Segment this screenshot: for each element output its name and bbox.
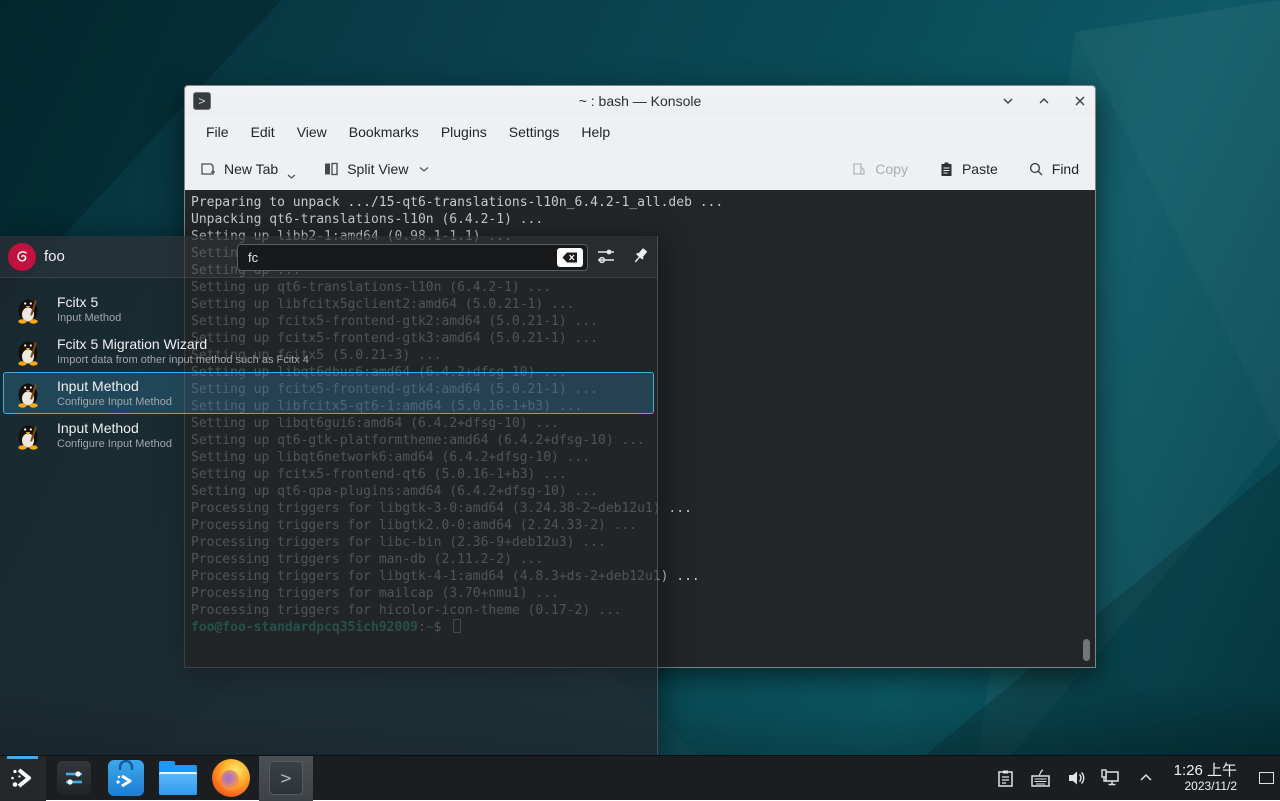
application-launcher-button[interactable] bbox=[0, 756, 46, 801]
terminal-line: Preparing to unpack .../15-qt6-translati… bbox=[191, 194, 1081, 211]
taskbar: > 1:26 上午 2023/11/2 bbox=[0, 755, 1280, 800]
plasma-kickoff-icon bbox=[8, 763, 38, 793]
menubar: File Edit View Bookmarks Plugins Setting… bbox=[185, 116, 1095, 148]
result-title: Input Method bbox=[57, 378, 172, 395]
maximize-button[interactable] bbox=[1037, 94, 1051, 108]
application-launcher: foo bbox=[0, 236, 658, 755]
discover-icon bbox=[108, 760, 144, 796]
menu-edit[interactable]: Edit bbox=[240, 120, 286, 144]
system-settings-button[interactable] bbox=[51, 756, 97, 801]
copy-label: Copy bbox=[875, 161, 908, 177]
new-tab-button[interactable]: New Tab bbox=[199, 160, 294, 178]
launcher-user-name: foo bbox=[44, 248, 65, 265]
paste-button[interactable]: Paste bbox=[938, 161, 998, 178]
discover-button[interactable] bbox=[103, 756, 149, 801]
result-title: Fcitx 5 Migration Wizard bbox=[57, 336, 309, 353]
copy-icon bbox=[851, 161, 868, 178]
paste-label: Paste bbox=[962, 161, 998, 177]
sliders-icon bbox=[595, 245, 617, 267]
system-tray: 1:26 上午 2023/11/2 bbox=[993, 756, 1280, 801]
titlebar[interactable]: ~ : bash — Konsole > bbox=[185, 86, 1095, 116]
search-result-item[interactable]: Fcitx 5 Input Method bbox=[3, 288, 654, 330]
search-result-item[interactable]: Input Method Configure Input Method bbox=[3, 372, 654, 414]
menu-settings[interactable]: Settings bbox=[498, 120, 571, 144]
keyboard-tray-icon[interactable] bbox=[1028, 765, 1054, 791]
konsole-task-button[interactable]: > bbox=[259, 756, 313, 801]
search-box[interactable] bbox=[237, 244, 588, 271]
user-avatar[interactable] bbox=[8, 243, 36, 271]
firefox-icon bbox=[212, 759, 250, 797]
search-result-item[interactable]: Fcitx 5 Migration Wizard Import data fro… bbox=[3, 330, 654, 372]
search-icon bbox=[1028, 161, 1045, 178]
menu-view[interactable]: View bbox=[286, 120, 338, 144]
pin-button[interactable] bbox=[629, 245, 651, 272]
new-tab-icon bbox=[199, 160, 217, 178]
menu-plugins[interactable]: Plugins bbox=[430, 120, 498, 144]
new-tab-label: New Tab bbox=[224, 161, 278, 177]
fcitx-penguin-icon bbox=[13, 294, 43, 324]
tray-expander-button[interactable] bbox=[1133, 765, 1159, 791]
result-subtitle: Configure Input Method bbox=[57, 437, 172, 451]
firefox-button[interactable] bbox=[208, 756, 254, 801]
find-button[interactable]: Find bbox=[1028, 161, 1079, 178]
debian-swirl-icon bbox=[13, 248, 31, 266]
menu-bookmarks[interactable]: Bookmarks bbox=[338, 120, 430, 144]
search-input[interactable] bbox=[238, 250, 557, 265]
close-button[interactable] bbox=[1073, 94, 1087, 108]
result-subtitle: Configure Input Method bbox=[57, 395, 172, 409]
clear-search-button[interactable] bbox=[557, 248, 583, 267]
toolbar: New Tab Split View Copy bbox=[185, 148, 1095, 190]
peek-desktop-button[interactable] bbox=[1256, 756, 1276, 801]
chevron-down-icon[interactable] bbox=[287, 173, 296, 180]
folder-icon bbox=[159, 765, 197, 795]
fcitx-penguin-icon bbox=[13, 378, 43, 408]
window-title: ~ : bash — Konsole bbox=[185, 93, 1095, 109]
minimize-button[interactable] bbox=[1001, 94, 1015, 108]
result-subtitle: Input Method bbox=[57, 311, 121, 325]
fcitx-penguin-icon bbox=[13, 336, 43, 366]
configure-button[interactable] bbox=[595, 245, 617, 272]
clock-time: 1:26 上午 bbox=[1174, 762, 1237, 779]
clock-date: 2023/11/2 bbox=[1174, 780, 1237, 794]
result-subtitle: Import data from other input method such… bbox=[57, 353, 309, 367]
system-settings-icon bbox=[57, 761, 91, 795]
split-view-button[interactable]: Split View bbox=[322, 160, 429, 178]
split-view-icon bbox=[322, 160, 340, 178]
digital-clock[interactable]: 1:26 上午 2023/11/2 bbox=[1174, 762, 1237, 793]
result-title: Fcitx 5 bbox=[57, 294, 121, 311]
find-label: Find bbox=[1052, 161, 1079, 177]
paste-icon bbox=[938, 161, 955, 178]
chevron-down-icon[interactable] bbox=[419, 165, 429, 173]
file-manager-button[interactable] bbox=[155, 756, 201, 801]
search-results: Fcitx 5 Input Method Fcitx 5 Migration W… bbox=[0, 288, 657, 456]
result-title: Input Method bbox=[57, 420, 172, 437]
fcitx-penguin-icon bbox=[13, 420, 43, 450]
konsole-icon: > bbox=[269, 761, 303, 795]
clipboard-tray-icon[interactable] bbox=[993, 765, 1019, 791]
launcher-active-indicator bbox=[7, 756, 38, 759]
split-view-label: Split View bbox=[347, 161, 408, 177]
launcher-header: foo bbox=[0, 236, 657, 278]
terminal-line: Unpacking qt6-translations-l10n (6.4.2-1… bbox=[191, 211, 1081, 228]
chevron-up-icon bbox=[1138, 770, 1154, 786]
menu-file[interactable]: File bbox=[195, 120, 240, 144]
backspace-icon bbox=[562, 252, 578, 263]
peek-desktop-icon bbox=[1259, 772, 1274, 784]
search-result-item[interactable]: Input Method Configure Input Method bbox=[3, 414, 654, 456]
terminal-scrollbar[interactable] bbox=[1083, 639, 1090, 661]
copy-button[interactable]: Copy bbox=[851, 161, 908, 178]
menu-help[interactable]: Help bbox=[570, 120, 621, 144]
pin-icon bbox=[629, 245, 651, 267]
volume-tray-icon[interactable] bbox=[1063, 765, 1089, 791]
network-tray-icon[interactable] bbox=[1098, 765, 1124, 791]
